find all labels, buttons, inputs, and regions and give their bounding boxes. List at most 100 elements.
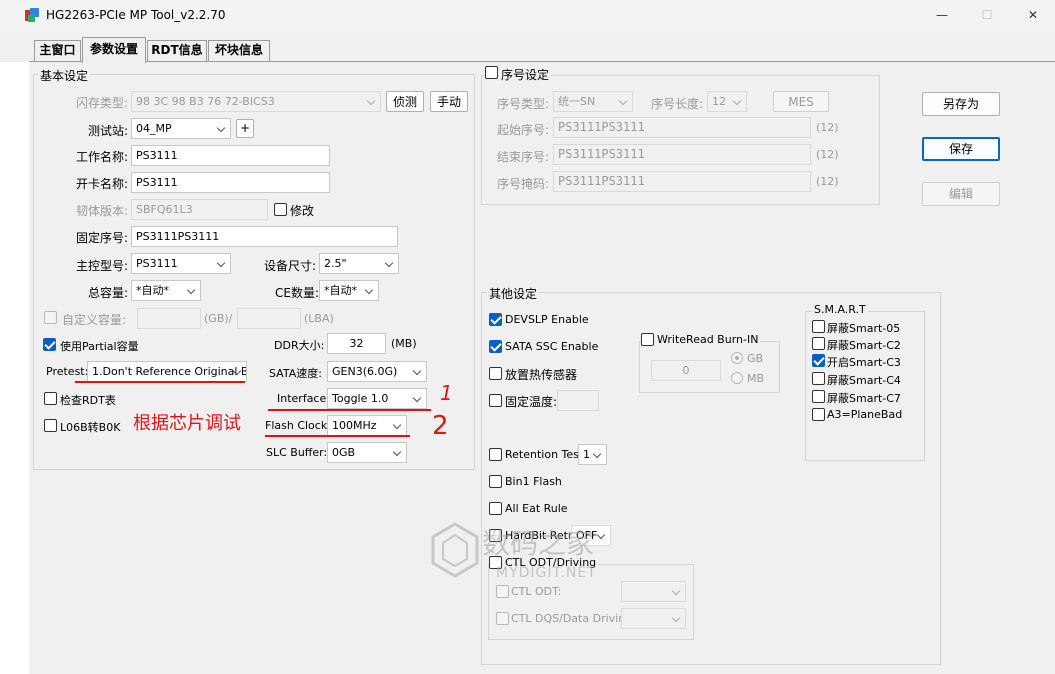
- ddr-size-label: DDR大小:: [274, 339, 325, 352]
- flash-clock-label: Flash Clock:: [265, 419, 331, 432]
- controller-model-select[interactable]: PS3111: [131, 253, 231, 274]
- flash-clock-select[interactable]: 100MHz: [327, 415, 407, 436]
- serial-type-select[interactable]: 统一SN: [553, 91, 633, 112]
- sata-ssc-label: SATA SSC Enable: [505, 340, 599, 353]
- ce-count-select[interactable]: *自动*: [319, 280, 379, 301]
- start-serial-count: (12): [816, 121, 839, 134]
- app-icon: [25, 8, 39, 22]
- ctl-dqs-label: CTL DQS/Data Driving:: [511, 612, 636, 625]
- all-eat-rule-label: All Eat Rule: [505, 502, 568, 515]
- fixed-temp-checkbox[interactable]: [489, 394, 502, 407]
- watermark-url: MYDIGIT.NET: [496, 565, 597, 581]
- mb-radio[interactable]: [731, 372, 743, 384]
- sata-ssc-checkbox[interactable]: [489, 340, 502, 353]
- l06b-to-b0k-label: L06B转B0K: [60, 421, 121, 434]
- flash-type-select[interactable]: 98 3C 98 B3 76 72-BICS3: [131, 91, 381, 112]
- annotation-underline-pretest: [75, 381, 245, 383]
- thermal-sensor-label: 放置热传感器: [505, 368, 578, 382]
- save-button[interactable]: 保存: [922, 137, 1000, 161]
- custom-capacity-lba-input[interactable]: [237, 308, 301, 329]
- close-button[interactable]: ✕: [1018, 4, 1048, 26]
- test-station-label: 测试站:: [88, 124, 129, 138]
- ctl-dqs-checkbox[interactable]: [496, 612, 509, 625]
- annotation-underline-interface: [268, 409, 431, 411]
- basic-settings-label: 基本设定: [38, 67, 91, 84]
- mb-radio-label: MB: [747, 372, 765, 385]
- flash-type-label: 闪存类型:: [76, 96, 129, 110]
- job-name-input[interactable]: PS3111: [131, 145, 330, 166]
- edit-button[interactable]: 编辑: [922, 182, 1000, 206]
- end-serial-count: (12): [816, 148, 839, 161]
- gb-radio[interactable]: [731, 352, 743, 364]
- a3-planebad-label: A3=PlaneBad: [827, 408, 903, 421]
- serial-mask-input[interactable]: PS3111PS3111: [553, 171, 811, 192]
- ddr-size-input[interactable]: 32: [327, 333, 386, 354]
- tab-parameter-settings[interactable]: 参数设置: [82, 37, 146, 63]
- smart-c3-checkbox[interactable]: [812, 354, 825, 367]
- smart-05-checkbox[interactable]: [812, 320, 825, 333]
- end-serial-label: 结束序号:: [497, 150, 550, 164]
- bin1-flash-checkbox[interactable]: [489, 475, 502, 488]
- pretest-select[interactable]: 1.Don't Reference Original B: [87, 361, 247, 382]
- serial-settings-checkbox[interactable]: [485, 66, 498, 79]
- device-size-select[interactable]: 2.5": [319, 253, 399, 274]
- serial-settings-label: 序号设定: [499, 66, 552, 83]
- writeread-checkbox[interactable]: [641, 333, 654, 346]
- total-capacity-select[interactable]: *自动*: [131, 280, 201, 301]
- retention-test-select[interactable]: 1: [578, 444, 607, 465]
- writeread-input[interactable]: 0: [651, 360, 721, 381]
- fixed-temp-input[interactable]: [557, 390, 599, 411]
- slc-buffer-select[interactable]: 0GB: [327, 442, 407, 463]
- use-partial-capacity-checkbox[interactable]: [43, 338, 56, 351]
- start-serial-input[interactable]: PS3111PS3111: [553, 117, 811, 138]
- serial-type-label: 序号类型:: [497, 97, 550, 111]
- tab-main-window[interactable]: 主窗口: [34, 40, 81, 61]
- serial-length-select[interactable]: 12: [707, 91, 747, 112]
- interface-label: Interface:: [277, 392, 330, 405]
- test-station-select[interactable]: 04_MP: [131, 118, 231, 139]
- annotation-mark-2: 2: [432, 411, 449, 441]
- a3-planebad-checkbox[interactable]: [812, 408, 825, 421]
- fixed-temp-label: 固定温度:: [505, 395, 558, 409]
- mes-button[interactable]: MES: [773, 91, 829, 112]
- detect-button[interactable]: 侦测: [386, 91, 424, 112]
- annotation-mark-1: 1: [440, 381, 453, 405]
- manual-button[interactable]: 手动: [430, 91, 468, 112]
- card-name-input[interactable]: PS3111: [131, 172, 330, 193]
- ctl-odt-select[interactable]: [621, 581, 686, 602]
- custom-capacity-checkbox[interactable]: [44, 311, 57, 324]
- smart-c7-checkbox[interactable]: [812, 390, 825, 403]
- custom-capacity-gb-input[interactable]: [137, 308, 201, 329]
- end-serial-input[interactable]: PS3111PS3111: [553, 144, 811, 165]
- maximize-button[interactable]: ☐: [972, 4, 1002, 26]
- interface-select[interactable]: Toggle 1.0: [327, 388, 427, 409]
- firmware-version-input[interactable]: SBFQ61L3: [131, 199, 268, 220]
- use-partial-capacity-label: 使用Partial容量: [60, 340, 139, 353]
- serial-mask-count: (12): [816, 175, 839, 188]
- smart-c4-checkbox[interactable]: [812, 372, 825, 385]
- pretest-label: Pretest:: [46, 365, 89, 378]
- tab-rdt-info[interactable]: RDT信息: [147, 40, 207, 61]
- thermal-sensor-checkbox[interactable]: [489, 367, 502, 380]
- mb-unit-label: (MB): [391, 337, 417, 350]
- minimize-button[interactable]: —: [927, 4, 957, 26]
- check-rdt-checkbox[interactable]: [44, 392, 57, 405]
- sata-speed-select[interactable]: GEN3(6.0G): [327, 361, 427, 382]
- writeread-label: WriteRead Burn-IN: [655, 333, 761, 346]
- bin1-flash-label: Bin1 Flash: [505, 475, 562, 488]
- l06b-to-b0k-checkbox[interactable]: [44, 419, 57, 432]
- modify-firmware-checkbox[interactable]: [274, 203, 287, 216]
- all-eat-rule-checkbox[interactable]: [489, 502, 502, 515]
- smart-label: S.M.A.R.T: [812, 303, 868, 316]
- retention-test-checkbox[interactable]: [489, 448, 502, 461]
- add-station-button[interactable]: +: [236, 119, 254, 138]
- smart-c3-label: 开启Smart-C3: [827, 356, 901, 369]
- smart-c2-checkbox[interactable]: [812, 337, 825, 350]
- ctl-odt-checkbox[interactable]: [496, 585, 509, 598]
- ctl-dqs-select[interactable]: [621, 608, 686, 629]
- tab-bad-block-info[interactable]: 坏块信息: [208, 40, 270, 61]
- sata-speed-label: SATA速度:: [269, 367, 322, 380]
- fixed-serial-input[interactable]: PS3111PS3111: [131, 226, 398, 247]
- save-as-button[interactable]: 另存为: [922, 92, 1000, 116]
- devslp-checkbox[interactable]: [489, 313, 502, 326]
